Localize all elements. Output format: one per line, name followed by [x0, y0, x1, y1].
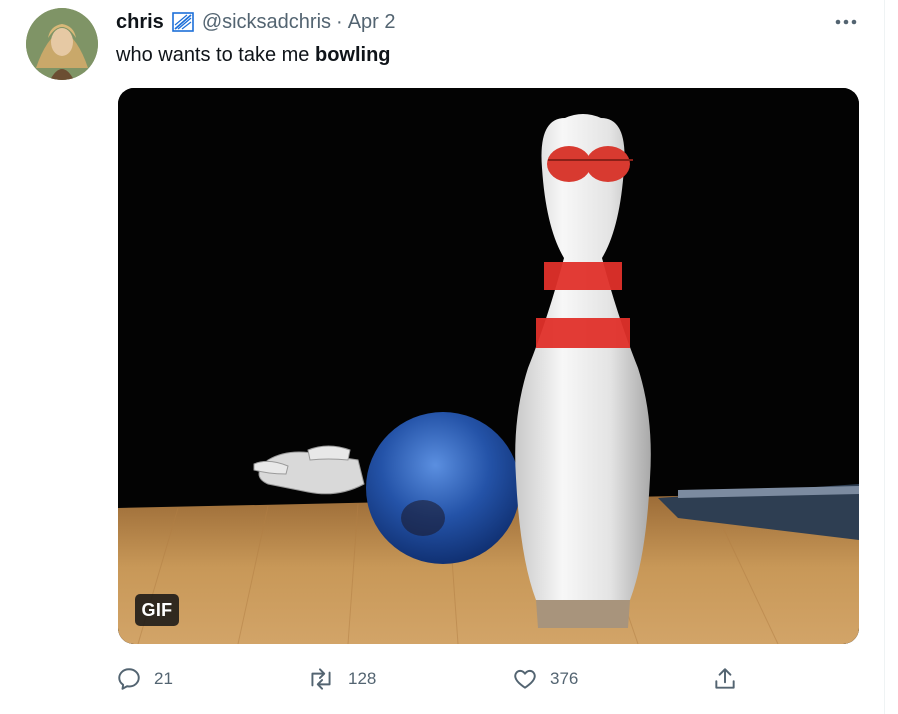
- verified-badge-icon: [172, 12, 194, 32]
- gif-media[interactable]: [118, 88, 859, 644]
- author-handle[interactable]: @sicksadchris: [202, 11, 331, 34]
- share-icon: [712, 666, 738, 692]
- retweet-button[interactable]: 128: [306, 660, 376, 698]
- gif-badge: GIF: [135, 594, 179, 626]
- tweet-text-bold: bowling: [314, 44, 391, 66]
- retweet-count: 128: [348, 669, 377, 688]
- reply-icon: [116, 666, 142, 692]
- like-button[interactable]: 376: [512, 660, 578, 698]
- like-count: 376: [550, 669, 579, 688]
- display-name[interactable]: chris: [116, 11, 164, 34]
- gif-frame: [118, 88, 859, 644]
- tweet-text-plain: who wants to take me: [116, 44, 315, 66]
- avatar[interactable]: [26, 8, 98, 80]
- separator-dot: ·: [336, 10, 343, 33]
- tweet-date[interactable]: Apr 2: [348, 11, 396, 34]
- tweet-actions: 21 128 376: [116, 660, 756, 698]
- tweet-card[interactable]: chris @sicksadchris · Apr 2 who wants to…: [0, 0, 885, 714]
- share-button[interactable]: [712, 660, 738, 698]
- more-icon[interactable]: [830, 10, 862, 34]
- tweet-text: who wants to take me bowling: [116, 42, 391, 68]
- retweet-icon: [306, 666, 336, 692]
- like-icon: [512, 666, 538, 692]
- reply-count: 21: [154, 669, 173, 688]
- reply-button[interactable]: 21: [116, 660, 173, 698]
- tweet-header: chris @sicksadchris · Apr 2: [116, 10, 396, 34]
